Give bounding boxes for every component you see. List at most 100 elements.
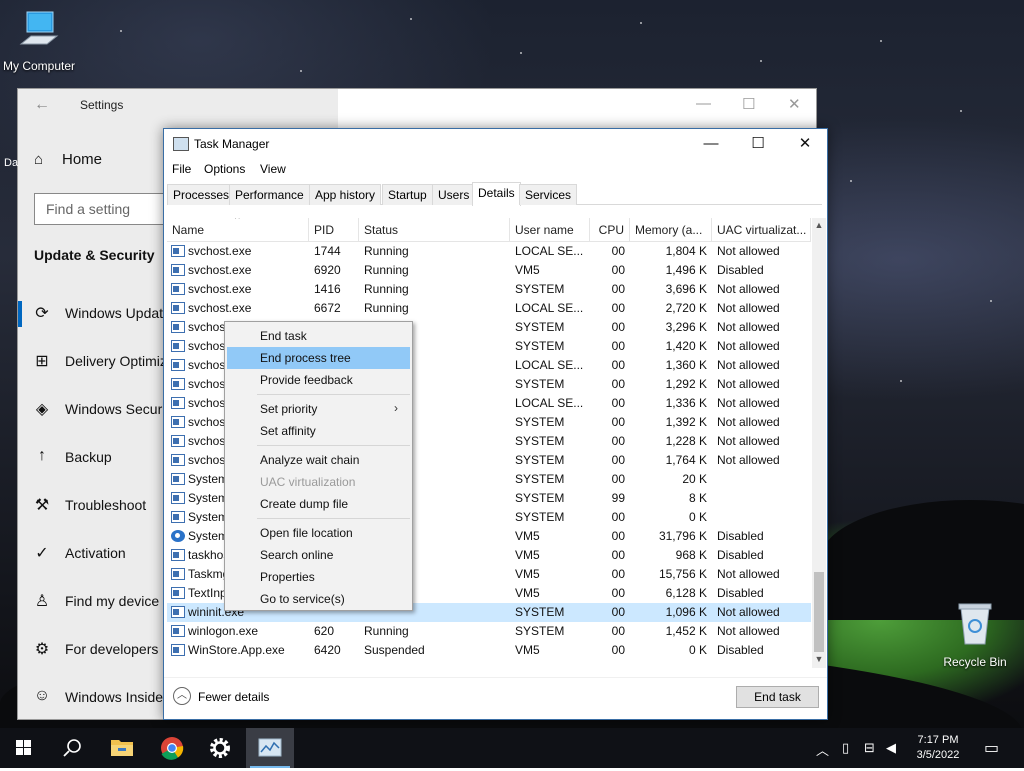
menu-search-online[interactable]: Search online — [227, 544, 410, 566]
process-icon — [171, 245, 185, 257]
settings-home[interactable]: ⌂ Home — [34, 151, 102, 168]
back-arrow-icon[interactable]: ← — [34, 96, 50, 114]
maximize-icon[interactable]: ☐ — [742, 95, 755, 113]
minimize-icon[interactable]: — — [696, 95, 711, 112]
fewer-details-link[interactable]: Fewer details — [198, 690, 269, 704]
cell-uac: Disabled — [717, 529, 764, 543]
table-row[interactable]: WinStore.App.exe 6420 Suspended VM5 00 0 K Dis… — [167, 641, 811, 660]
person-pin-icon: ♙ — [34, 593, 50, 610]
file-explorer[interactable] — [98, 728, 146, 768]
menu-go-to-services[interactable]: Go to service(s) — [227, 588, 410, 610]
notification-icon[interactable]: ▭ — [984, 738, 999, 758]
cell-cpu: 00 — [611, 244, 625, 258]
search-button[interactable] — [48, 728, 96, 768]
col-cpu[interactable]: CPU — [590, 218, 630, 241]
network-icon[interactable]: ⊟ — [864, 740, 875, 756]
tab-startup[interactable]: Startup — [382, 184, 433, 205]
end-task-button[interactable]: End task — [736, 686, 819, 708]
task-manager-titlebar: Task Manager — ☐ ✕ — [164, 129, 827, 159]
tab-processes[interactable]: Processes — [167, 184, 236, 205]
cell-user: SYSTEM — [515, 377, 565, 391]
scroll-thumb[interactable] — [814, 572, 824, 652]
shield-icon: ◈ — [35, 401, 49, 418]
table-header: ^ Name PID Status User name CPU Memory (… — [167, 218, 811, 242]
task-manager-app[interactable] — [246, 728, 294, 768]
tab-services[interactable]: Services — [519, 184, 578, 205]
recycle-bin-icon[interactable]: Recycle Bin — [930, 600, 1020, 669]
menu-options[interactable]: Options — [204, 162, 245, 176]
cell-cpu: 00 — [611, 567, 625, 581]
menu-open-file-location[interactable]: Open file location — [227, 522, 410, 544]
cell-user: SYSTEM — [515, 472, 565, 486]
cell-memory: 3,296 K — [665, 320, 707, 334]
process-icon — [171, 359, 185, 371]
my-computer-icon[interactable]: My Computer — [0, 8, 84, 73]
tablet-icon[interactable]: ▯ — [842, 740, 849, 756]
col-name[interactable]: ^ Name — [167, 218, 309, 241]
menu-view[interactable]: View — [260, 162, 286, 176]
tab-performance[interactable]: Performance — [229, 184, 310, 205]
close-icon[interactable]: ✕ — [788, 95, 801, 113]
settings-titlebar: ← Settings — ☐ ✕ — [18, 89, 816, 121]
col-memory[interactable]: Memory (a... — [630, 218, 712, 241]
chevron-up-icon[interactable]: ︿ — [173, 687, 191, 705]
cell-name: WinStore.App.exe — [188, 643, 285, 657]
table-row[interactable]: svchost.exe 1416 Running SYSTEM 00 3,696 K Not… — [167, 280, 811, 299]
task-manager-title: Task Manager — [194, 137, 270, 151]
clock[interactable]: 7:17 PM 3/5/2022 — [908, 733, 968, 763]
cell-pid: 1744 — [314, 244, 341, 258]
cell-cpu: 00 — [611, 624, 625, 638]
process-icon — [171, 435, 185, 447]
minimize-button[interactable]: — — [688, 133, 734, 157]
delivery-icon: ⊞ — [35, 353, 49, 370]
start-button[interactable] — [0, 728, 48, 768]
col-pid[interactable]: PID — [309, 218, 359, 241]
table-row[interactable]: svchost.exe 1744 Running LOCAL SE... 00 1,804… — [167, 242, 811, 261]
tab-app-history[interactable]: App history — [309, 184, 382, 205]
menu-set-affinity[interactable]: Set affinity — [227, 420, 410, 442]
menu-analyze-wait-chain[interactable]: Analyze wait chain — [227, 449, 410, 471]
menu-separator — [257, 394, 410, 395]
scroll-down-icon[interactable]: ▼ — [812, 654, 826, 668]
task-manager-icon — [258, 738, 282, 757]
menu-end-process-tree[interactable]: End process tree — [227, 347, 410, 369]
cell-memory: 1,360 K — [665, 358, 707, 372]
volume-icon[interactable]: ◀ — [886, 740, 896, 756]
cell-memory: 2,720 K — [665, 301, 707, 315]
nav-label: Backup — [65, 449, 112, 465]
col-status[interactable]: Status — [359, 218, 510, 241]
maximize-button[interactable]: ☐ — [735, 133, 781, 157]
table-row[interactable]: winlogon.exe 620 Running SYSTEM 00 1,452 K Not… — [167, 622, 811, 641]
cell-cpu: 00 — [611, 529, 625, 543]
cell-name: svchost.exe — [188, 263, 252, 277]
menu-provide-feedback[interactable]: Provide feedback — [227, 369, 410, 391]
menu-set-priority[interactable]: Set priority › — [227, 398, 410, 420]
cell-pid: 6420 — [314, 643, 341, 657]
cell-pid: 6672 — [314, 301, 341, 315]
gear-icon — [171, 530, 185, 542]
cell-memory: 1,804 K — [665, 244, 707, 258]
cell-status: Suspended — [364, 643, 425, 657]
search-icon — [63, 739, 81, 757]
menu-properties[interactable]: Properties — [227, 566, 410, 588]
table-row[interactable]: svchost.exe 6672 Running LOCAL SE... 00 2,720… — [167, 299, 811, 318]
scroll-up-icon[interactable]: ▲ — [812, 220, 826, 234]
tab-details[interactable]: Details — [472, 182, 521, 206]
tab-users[interactable]: Users — [432, 184, 476, 205]
menu-end-task[interactable]: End task — [227, 325, 410, 347]
chevron-up-icon[interactable]: ︿ — [816, 740, 829, 759]
close-button[interactable]: ✕ — [782, 133, 828, 157]
process-icon — [171, 473, 185, 485]
col-user[interactable]: User name — [510, 218, 590, 241]
col-uac[interactable]: UAC virtualizat... — [712, 218, 811, 241]
chrome[interactable] — [148, 728, 196, 768]
settings-app[interactable] — [196, 728, 244, 768]
vertical-scrollbar[interactable]: ▲ ▼ — [812, 218, 826, 668]
menu-create-dump-file[interactable]: Create dump file — [227, 493, 410, 515]
cell-memory: 1,764 K — [665, 453, 707, 467]
nav-label: Activation — [65, 545, 126, 561]
cell-name: svchost.exe — [188, 282, 252, 296]
menu-file[interactable]: File — [172, 162, 191, 176]
table-row[interactable]: svchost.exe 6920 Running VM5 00 1,496 K Disabl… — [167, 261, 811, 280]
folder-icon — [111, 740, 133, 756]
